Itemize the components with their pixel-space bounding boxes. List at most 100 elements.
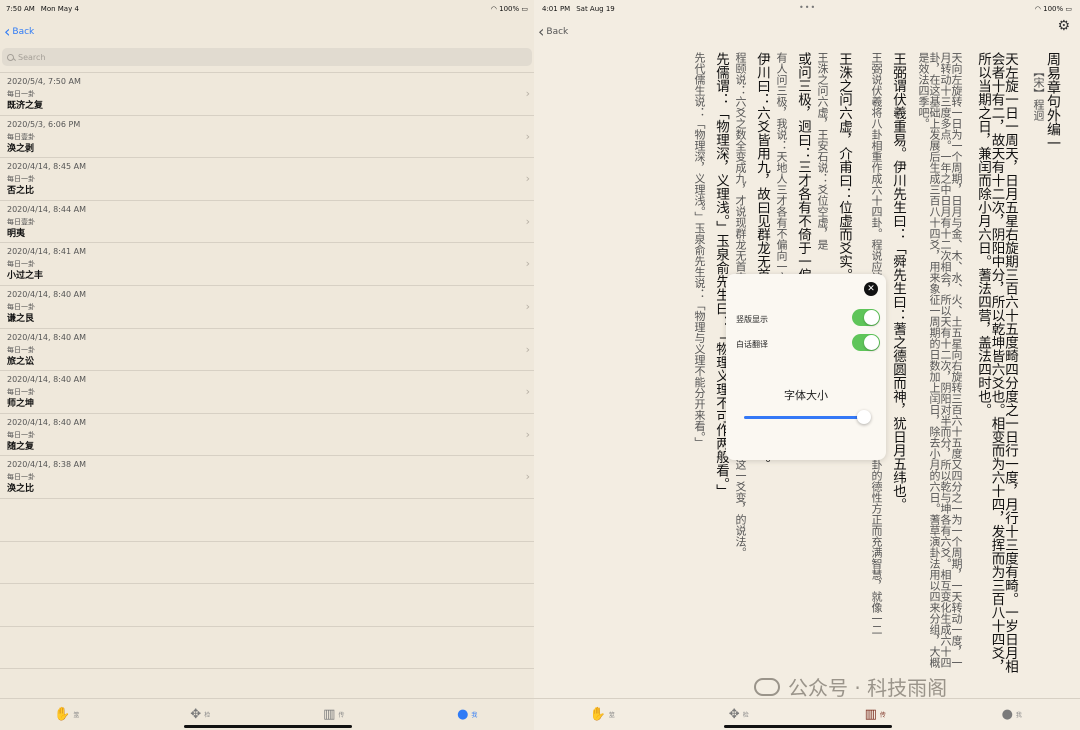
row-date: 2020/4/14, 8:40 AM — [7, 375, 86, 385]
status-time: 7:50 AM — [6, 5, 35, 13]
search-bar[interactable] — [2, 48, 532, 66]
row-subtitle: 每日一卦 — [7, 473, 35, 482]
row-date: 2020/4/14, 8:41 AM — [7, 247, 86, 257]
search-icon — [7, 53, 14, 61]
chevron-left-icon: ‹ — [4, 22, 11, 41]
row-subtitle: 每日壹卦 — [7, 217, 35, 226]
history-row[interactable]: 2020/4/14, 8:40 AM 每日一卦随之复 › — [0, 414, 534, 457]
chevron-right-icon: › — [525, 129, 530, 143]
history-row[interactable]: 2020/4/14, 8:40 AM 每日一卦 旅之讼 › — [0, 329, 534, 372]
chapter-title: 周易章句外编一 — [1045, 52, 1061, 150]
back-button[interactable]: ‹ Back — [538, 24, 568, 40]
history-row[interactable]: 2020/4/14, 8:45 AM 每日一卦否之比 › — [0, 158, 534, 201]
person-icon: ● — [457, 707, 469, 722]
cross-arrows-icon: ✥ — [728, 707, 740, 722]
font-size-slider[interactable] — [744, 410, 871, 424]
row-date: 2020/4/14, 8:40 AM — [7, 289, 86, 299]
hand-icon: ✋ — [54, 707, 71, 722]
empty-row — [0, 542, 534, 585]
history-pane: 7:50 AM Mon May 4 ◠ 100% ▭ ‹ Back 2020/5… — [0, 0, 534, 730]
gear-icon[interactable]: ⚙ — [1057, 18, 1070, 34]
history-row[interactable]: 2020/4/14, 8:41 AM 每日一卦 小过之丰 › — [0, 243, 534, 286]
vertical-layout-label: 竖版显示 — [736, 315, 768, 324]
row-subtitle: 每日一卦 — [7, 345, 35, 354]
chevron-right-icon: › — [525, 172, 530, 186]
history-row[interactable]: 2020/4/14, 8:40 AM 每日一卦师之坤 › — [0, 371, 534, 414]
row-date: 2020/5/3, 6:06 PM — [7, 119, 81, 129]
battery-indicator: ◠ 100% ▭ — [490, 5, 528, 13]
history-row[interactable]: 2020/4/14, 8:40 AM 每日一卦 谦之艮 › — [0, 286, 534, 329]
translation-text-column: 王洙之问六虚，王安石说：爻位空虚，是 — [816, 52, 829, 250]
person-icon: ● — [1001, 707, 1013, 722]
row-subtitle: 每日一卦 — [7, 430, 35, 439]
row-subtitle: 每日一卦 — [7, 388, 35, 397]
history-row[interactable]: 2020/4/14, 8:38 AM 每日一卦涣之比 › — [0, 456, 534, 499]
battery-indicator: ◠ 100% ▭ — [1034, 5, 1072, 13]
row-subtitle: 每日壹卦 — [7, 132, 35, 141]
translation-label: 白话翻译 — [736, 340, 768, 349]
chevron-right-icon: › — [525, 385, 530, 399]
tab-me[interactable]: ● 我 — [944, 699, 1080, 730]
chevron-right-icon: › — [525, 470, 530, 484]
row-hexagram-name: 否之比 — [7, 186, 35, 197]
back-button[interactable]: ‹ Back — [4, 24, 34, 40]
toggle-knob — [864, 335, 879, 350]
row-date: 2020/4/14, 8:38 AM — [7, 460, 86, 470]
chapter-author: 【宋】程迥 — [1032, 66, 1045, 121]
original-text-column: 先儒谓：「物理深，义理浅。」玉泉俞先生曰：「物理义理不可作两般看。」 — [713, 52, 729, 498]
chevron-right-icon: › — [525, 427, 530, 441]
tab-divine[interactable]: ✋ 筮 — [534, 699, 671, 730]
history-row[interactable]: 2020/5/3, 6:06 PM 每日壹卦涣之剥 › — [0, 116, 534, 159]
home-indicator — [184, 725, 352, 728]
row-subtitle: 每日一卦 — [7, 90, 35, 98]
book-icon: ▥ — [864, 707, 877, 722]
row-hexagram-name: 涣之比 — [7, 484, 35, 495]
original-text-column: 或问三极，迥曰：三才各有不倚于一偏处。 — [795, 52, 811, 309]
wifi-icon: ◠ — [1034, 5, 1041, 13]
translation-text-column: 先代儒生说：「物理深，义理浅。」玉泉俞先生说：「物理与义理不能分开来看。」 — [693, 52, 706, 448]
multitask-dots[interactable]: ••• — [799, 3, 816, 12]
original-text-column: 天左旋一日一周天，日月五星右旋期三百六十五度畸四分度之一日行一度，月行十三度有畸… — [975, 52, 1018, 673]
row-date: 2020/4/14, 8:45 AM — [7, 162, 86, 172]
row-hexagram-name: 谦之艮 — [7, 313, 35, 324]
row-subtitle: 每日一卦 — [7, 302, 35, 311]
chevron-right-icon: › — [525, 87, 530, 100]
status-date: Sat Aug 19 — [576, 5, 615, 13]
display-settings-popup: ✕ 竖版显示 白话翻译 字体大小 — [726, 274, 886, 460]
tab-me[interactable]: ● 我 — [401, 699, 535, 730]
chevron-right-icon: › — [525, 214, 530, 228]
translation-toggle[interactable] — [852, 334, 880, 351]
search-input[interactable] — [18, 52, 491, 62]
tab-divine[interactable]: ✋ 筮 — [0, 699, 134, 730]
toggle-knob — [864, 310, 879, 325]
status-bar: 7:50 AM Mon May 4 ◠ 100% ▭ — [0, 0, 534, 18]
font-size-label: 字体大小 — [784, 389, 828, 402]
row-subtitle: 每日一卦 — [7, 175, 35, 184]
row-hexagram-name: 既济之复 — [7, 101, 44, 111]
row-date: 2020/4/14, 8:44 AM — [7, 204, 86, 214]
watermark: 公众号 · 科技雨阁 — [754, 672, 947, 701]
history-row[interactable]: 2020/5/4, 7:50 AM 每日一卦 既济之复 › — [0, 73, 534, 116]
home-indicator — [724, 725, 892, 728]
cross-arrows-icon: ✥ — [190, 707, 202, 722]
battery-icon: ▭ — [1065, 5, 1072, 13]
status-time: 4:01 PM — [542, 5, 571, 13]
empty-row — [0, 627, 534, 670]
close-icon[interactable]: ✕ — [864, 282, 878, 296]
row-hexagram-name: 随之复 — [7, 441, 35, 452]
status-date: Mon May 4 — [40, 5, 79, 13]
row-hexagram-name: 师之坤 — [7, 399, 35, 410]
translation-text-column: 天向左旋转一日为一个周期，日月与金、木、水、火、土五星向右旋转三百六十五度又四分… — [917, 52, 963, 668]
row-date: 2020/4/14, 8:40 AM — [7, 417, 86, 427]
row-hexagram-name: 旅之讼 — [7, 356, 35, 367]
slider-thumb[interactable] — [857, 410, 871, 424]
original-text-column: 王弼谓伏羲重易。伊川先生曰：「舜先生曰：蓍之德圆而神，犹日月五纬也。 — [890, 52, 906, 511]
row-hexagram-name: 小过之丰 — [7, 271, 44, 282]
vertical-layout-toggle[interactable] — [852, 309, 880, 326]
reader-pane: 4:01 PM Sat Aug 19 ◠ 100% ▭ ••• ‹ Back ⚙… — [534, 0, 1080, 730]
row-hexagram-name: 涣之剥 — [7, 143, 35, 154]
chevron-left-icon: ‹ — [538, 22, 545, 41]
history-row[interactable]: 2020/4/14, 8:44 AM 每日壹卦 明夷 › — [0, 201, 534, 244]
battery-icon: ▭ — [521, 5, 528, 13]
history-list: 2020/5/4, 7:50 AM 每日一卦 既济之复 › 2020/5/3, 6:06… — [0, 72, 534, 670]
